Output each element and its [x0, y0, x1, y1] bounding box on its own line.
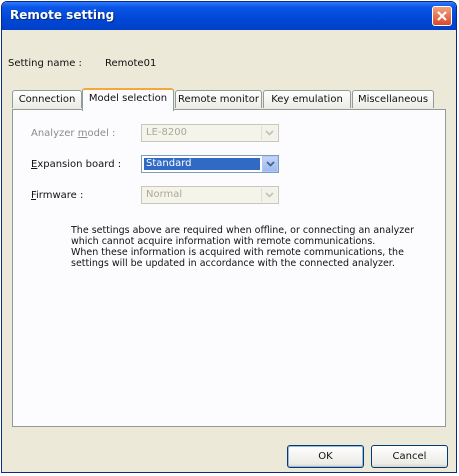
- analyzer-model-value: LE-8200: [146, 127, 187, 138]
- setting-name-value: Remote01: [105, 58, 157, 69]
- firmware-value: Normal: [146, 189, 183, 200]
- expansion-board-select[interactable]: Standard: [141, 155, 279, 173]
- offline-info-note: The settings above are required when off…: [71, 225, 415, 269]
- analyzer-model-select[interactable]: LE-8200: [141, 124, 279, 142]
- window-title: Remote setting: [10, 8, 115, 22]
- expansion-board-label: Expansion board :: [31, 159, 122, 170]
- tab-remote-monitor[interactable]: Remote monitor: [175, 90, 262, 108]
- model-selection-panel: Analyzer model : LE-8200 Expansion board…: [12, 109, 446, 427]
- firmware-select[interactable]: Normal: [141, 186, 279, 204]
- firmware-label: Firmware :: [31, 190, 84, 201]
- close-button[interactable]: [432, 6, 452, 26]
- tab-model-selection[interactable]: Model selection: [82, 88, 174, 111]
- chevron-down-icon[interactable]: [261, 126, 277, 140]
- chevron-down-icon[interactable]: [261, 188, 277, 202]
- ok-button[interactable]: OK: [287, 445, 364, 468]
- chevron-down-icon[interactable]: [262, 156, 278, 172]
- title-bar[interactable]: Remote setting: [2, 2, 456, 30]
- remote-setting-dialog: Remote setting Setting name : Remote01 C…: [1, 1, 457, 473]
- tab-miscellaneous[interactable]: Miscellaneous: [352, 90, 434, 108]
- tab-connection[interactable]: Connection: [12, 90, 82, 108]
- expansion-board-value: Standard: [144, 158, 260, 170]
- setting-name-label: Setting name :: [8, 58, 82, 69]
- tab-key-emulation[interactable]: Key emulation: [263, 90, 351, 108]
- analyzer-model-label: Analyzer model :: [31, 128, 116, 139]
- cancel-button[interactable]: Cancel: [371, 445, 448, 468]
